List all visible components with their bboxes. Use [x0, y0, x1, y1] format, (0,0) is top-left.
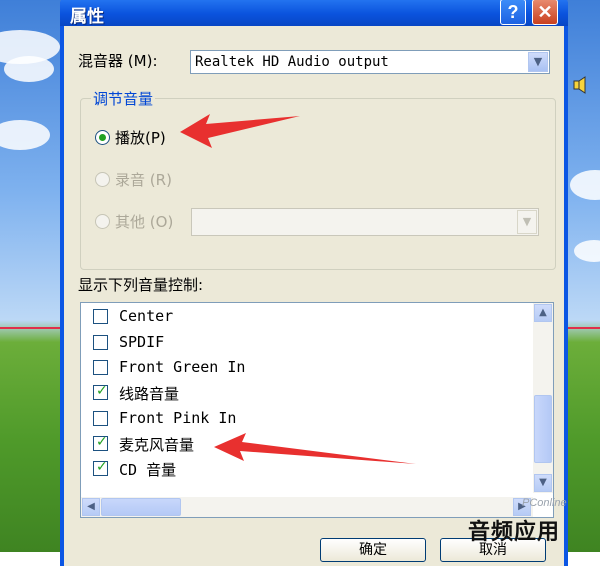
radio-button [95, 172, 110, 187]
cloud [574, 240, 600, 262]
scroll-down-button[interactable]: ▼ [534, 474, 552, 492]
list-item-label: Front Green In [119, 358, 246, 376]
checkbox[interactable] [93, 411, 108, 426]
volume-controls-list[interactable]: Center SPDIF Front Green In ✓ 线路音量 Front… [80, 302, 554, 518]
cloud [570, 170, 600, 200]
list-item-label: SPDIF [119, 333, 165, 351]
chevron-down-icon[interactable]: ▼ [528, 52, 548, 72]
radio-button [95, 214, 110, 229]
title-bar[interactable]: 属性 ? ✕ [60, 0, 568, 26]
radio-label: 其他 (O) [115, 213, 174, 231]
check-icon: ✓ [96, 434, 108, 450]
site-watermark: PConline [522, 497, 567, 509]
horizontal-scrollbar[interactable]: ◀ ▶ [81, 497, 533, 517]
list-item-label: Front Pink In [119, 409, 237, 427]
group-title: 调节音量 [91, 88, 156, 109]
radio-button[interactable] [95, 130, 110, 145]
scroll-thumb[interactable] [534, 395, 552, 463]
checkbox[interactable] [93, 335, 108, 350]
checkbox[interactable]: ✓ [93, 459, 108, 476]
adjust-volume-group: 调节音量 播放(P) 录音 (R) 其他 (O) ▼ [80, 88, 556, 270]
checkbox[interactable]: ✓ [93, 434, 108, 451]
scroll-up-button[interactable]: ▲ [534, 304, 552, 322]
list-item-label: 线路音量 [119, 385, 180, 403]
checkbox[interactable]: ✓ [93, 383, 108, 400]
controls-label: 显示下列音量控制: [78, 276, 204, 294]
dialog-body: 混音器 (M): Realtek HD Audio output ▼ 调节音量 … [64, 26, 564, 566]
caption-watermark: 音频应用 [468, 520, 561, 545]
other-device-select: ▼ [191, 208, 539, 236]
radio-label: 播放(P) [115, 129, 166, 147]
radio-label: 录音 (R) [115, 171, 172, 189]
checkbox[interactable] [93, 360, 108, 375]
cloud [0, 120, 50, 150]
mixer-label: 混音器 (M): [78, 52, 158, 70]
mixer-select[interactable]: Realtek HD Audio output ▼ [190, 50, 550, 74]
mixer-select-value: Realtek HD Audio output [195, 54, 389, 70]
list-item-label: CD 音量 [119, 461, 177, 479]
properties-dialog: 属性 ? ✕ 混音器 (M): Realtek HD Audio output … [60, 0, 568, 566]
check-icon: ✓ [96, 459, 108, 475]
list-item-label: Center [119, 307, 174, 325]
cloud [4, 56, 54, 82]
horizontal-scroll-thumb[interactable] [101, 498, 181, 516]
help-button[interactable]: ? [500, 0, 526, 25]
speaker-icon[interactable] [572, 75, 592, 95]
vertical-scrollbar[interactable]: ▲ ▼ [533, 303, 553, 493]
list-item-label: 麦克风音量 [119, 436, 195, 454]
radio-dot [99, 134, 106, 141]
ok-button[interactable]: 确定 [320, 538, 426, 562]
window-title: 属性 [70, 7, 104, 26]
checkbox[interactable] [93, 309, 108, 324]
close-button[interactable]: ✕ [532, 0, 558, 25]
chevron-down-icon: ▼ [517, 210, 537, 234]
scroll-left-button[interactable]: ◀ [82, 498, 100, 516]
check-icon: ✓ [96, 383, 108, 399]
